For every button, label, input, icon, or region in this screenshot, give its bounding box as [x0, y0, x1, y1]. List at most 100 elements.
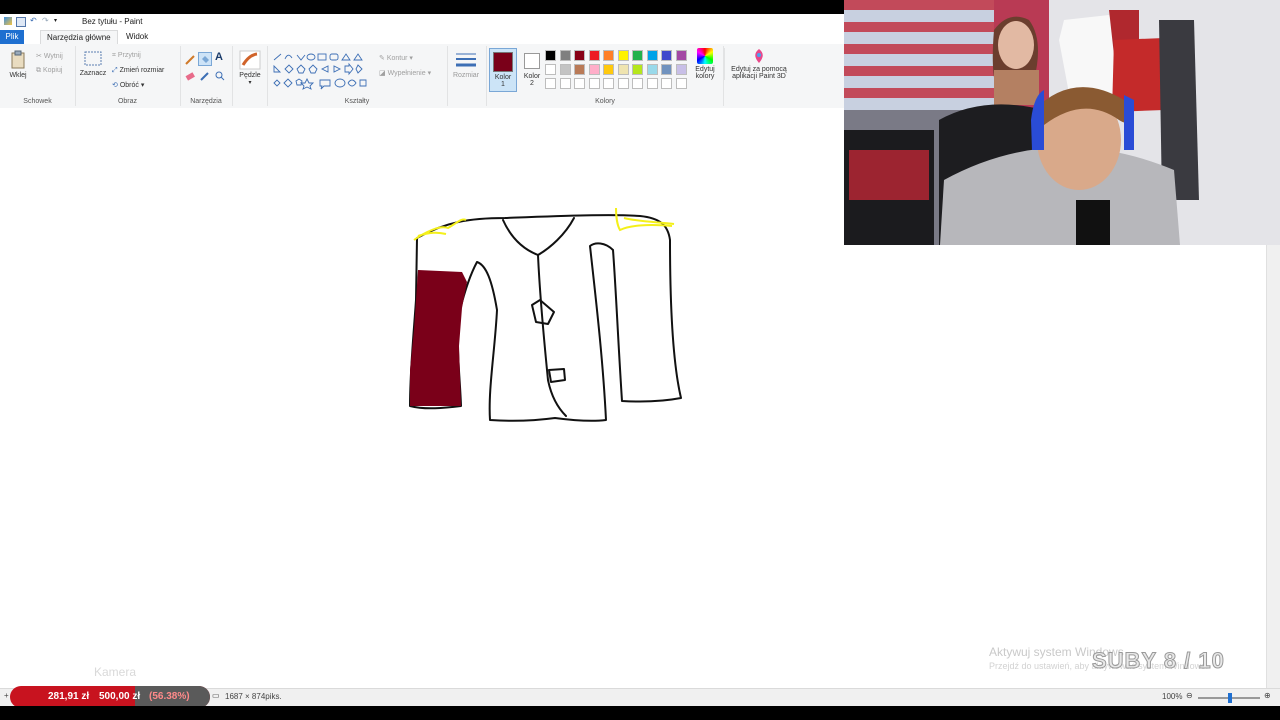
copy-button[interactable]: ⧉ Kopiuj [36, 67, 62, 75]
select-rectangle-icon [84, 51, 102, 66]
palette-swatch-empty[interactable] [661, 78, 672, 89]
outline-label: Kontur [386, 55, 408, 62]
tab-view[interactable]: Widok [120, 30, 154, 44]
colors-group-label: Kolory [595, 98, 615, 105]
window-title: Bez tytułu - Paint [82, 17, 143, 26]
outline-button[interactable]: ✎ Kontur ▾ [379, 54, 413, 62]
brushes-button[interactable]: Pędzle ▾ [235, 50, 265, 86]
palette-swatch-empty[interactable] [588, 78, 600, 89]
magnifier-icon[interactable] [214, 70, 226, 82]
color-palette [545, 50, 695, 94]
color1-button[interactable]: Kolor 1 [489, 48, 517, 92]
resize-button[interactable]: ⤢ Zmień rozmiar [112, 67, 164, 75]
group-image: Zaznacz ⌗ Przytnij ⤢ Zmień rozmiar ⟲ Obr… [75, 46, 181, 106]
cut-button[interactable]: ✂ Wytnij [36, 52, 63, 60]
palette-swatch[interactable] [574, 64, 585, 75]
select-button[interactable]: Zaznacz [79, 50, 107, 77]
customize-qa-chevron-icon[interactable]: ▾ [54, 17, 62, 25]
palette-swatch-empty[interactable] [603, 78, 614, 89]
center-placket [537, 254, 567, 417]
red-sleeve-fill [410, 270, 467, 406]
group-shapes: ✎ Kontur ▾ ◪ Wypełnienie ▾ Kształty [267, 46, 448, 106]
palette-swatch[interactable] [545, 50, 556, 61]
size-label: Rozmiar [452, 72, 480, 79]
palette-swatch[interactable] [559, 50, 571, 61]
zoom-in-icon[interactable]: ⊕ [1264, 691, 1271, 700]
paint3d-icon [755, 49, 763, 63]
color1-swatch [493, 52, 513, 72]
redo-icon[interactable]: ↷ [42, 17, 50, 25]
resize-label: Zmień rozmiar [119, 67, 165, 74]
fill-button[interactable]: ◪ Wypełnienie ▾ [379, 69, 431, 77]
goal-target-amount: 500,00 zł [99, 691, 141, 702]
yellow-scribble-left [413, 218, 467, 241]
palette-swatch[interactable] [574, 50, 585, 61]
ribbon-tabs: Plik Narzędzia główne Widok [0, 30, 844, 44]
tab-home[interactable]: Narzędzia główne [40, 30, 118, 44]
color2-label: Kolor [523, 73, 541, 80]
palette-swatch[interactable] [617, 50, 629, 61]
zoom-slider-thumb[interactable] [1228, 693, 1232, 703]
save-icon[interactable] [16, 17, 26, 27]
brushes-label: Pędzle [239, 72, 261, 79]
color2-sub: 2 [530, 80, 534, 87]
palette-swatch[interactable] [603, 50, 614, 61]
paste-button[interactable]: Wklej [6, 50, 30, 79]
edit-colors-button[interactable]: Edytuj kolory [690, 48, 720, 80]
palette-swatch[interactable] [646, 64, 658, 75]
camera-label: Kamera [94, 665, 137, 679]
palette-swatch[interactable] [646, 50, 658, 61]
palette-swatch[interactable] [632, 64, 643, 75]
palette-swatch-empty[interactable] [545, 78, 556, 89]
color2-swatch [524, 53, 540, 69]
rotate-icon: ⟲ [112, 82, 118, 89]
edit-colors-line1: Edytuj [695, 66, 715, 73]
zoom-out-icon[interactable]: ⊖ [1186, 691, 1193, 700]
size-button[interactable]: Rozmiar [449, 50, 483, 79]
palette-swatch[interactable] [559, 64, 571, 75]
palette-swatch[interactable] [661, 64, 672, 75]
quick-access-toolbar: ↶ ↷ ▾ [4, 17, 62, 27]
paint3d-button[interactable]: Edytuj za pomocą aplikacji Paint 3D [724, 48, 793, 80]
title-bar: ↶ ↷ ▾ Bez tytułu - Paint [0, 14, 844, 30]
color-picker-icon[interactable] [199, 70, 211, 82]
palette-swatch-empty[interactable] [559, 78, 571, 89]
pencil-icon[interactable] [184, 54, 196, 66]
palette-swatch-empty[interactable] [675, 78, 687, 89]
palette-swatch[interactable] [632, 50, 643, 61]
clipboard-group-label: Schowek [23, 98, 52, 105]
collar-line [502, 217, 575, 256]
fill-bucket-icon[interactable] [198, 52, 212, 66]
fill-label: Wypełnienie [387, 70, 426, 77]
palette-swatch[interactable] [675, 50, 687, 61]
palette-swatch-empty[interactable] [646, 78, 658, 89]
shapes-gallery[interactable] [272, 52, 372, 92]
paste-label: Wklej [9, 72, 27, 79]
palette-swatch[interactable] [617, 64, 629, 75]
paint3d-line1: Edytuj za pomocą [731, 66, 787, 73]
tab-file[interactable]: Plik [0, 30, 24, 44]
palette-swatch[interactable] [588, 50, 600, 61]
color2-button[interactable]: Kolor 2 [519, 48, 545, 92]
palette-swatch-empty[interactable] [632, 78, 643, 89]
goal-percent: (56.38%) [149, 691, 190, 702]
palette-swatch-empty[interactable] [574, 78, 585, 89]
eraser-icon[interactable] [184, 70, 196, 82]
palette-swatch[interactable] [661, 50, 672, 61]
text-tool-icon[interactable]: A [215, 51, 223, 63]
palette-swatch-empty[interactable] [617, 78, 629, 89]
rotate-label: Obróć [119, 82, 139, 89]
image-group-label: Obraz [117, 98, 138, 105]
bottom-black-bar [0, 706, 1280, 720]
canvas-dimensions: 1687 × 874piks. [225, 692, 282, 701]
palette-swatch[interactable] [588, 64, 600, 75]
undo-icon[interactable]: ↶ [30, 17, 38, 25]
crop-button[interactable]: ⌗ Przytnij [112, 52, 141, 60]
palette-swatch[interactable] [545, 64, 556, 75]
rotate-button[interactable]: ⟲ Obróć ▾ [112, 81, 144, 89]
group-brushes: Pędzle ▾ [232, 46, 268, 106]
zoom-slider[interactable] [1198, 693, 1260, 703]
palette-swatch[interactable] [603, 64, 614, 75]
color1-label: Kolor [494, 74, 512, 81]
palette-swatch[interactable] [675, 64, 687, 75]
